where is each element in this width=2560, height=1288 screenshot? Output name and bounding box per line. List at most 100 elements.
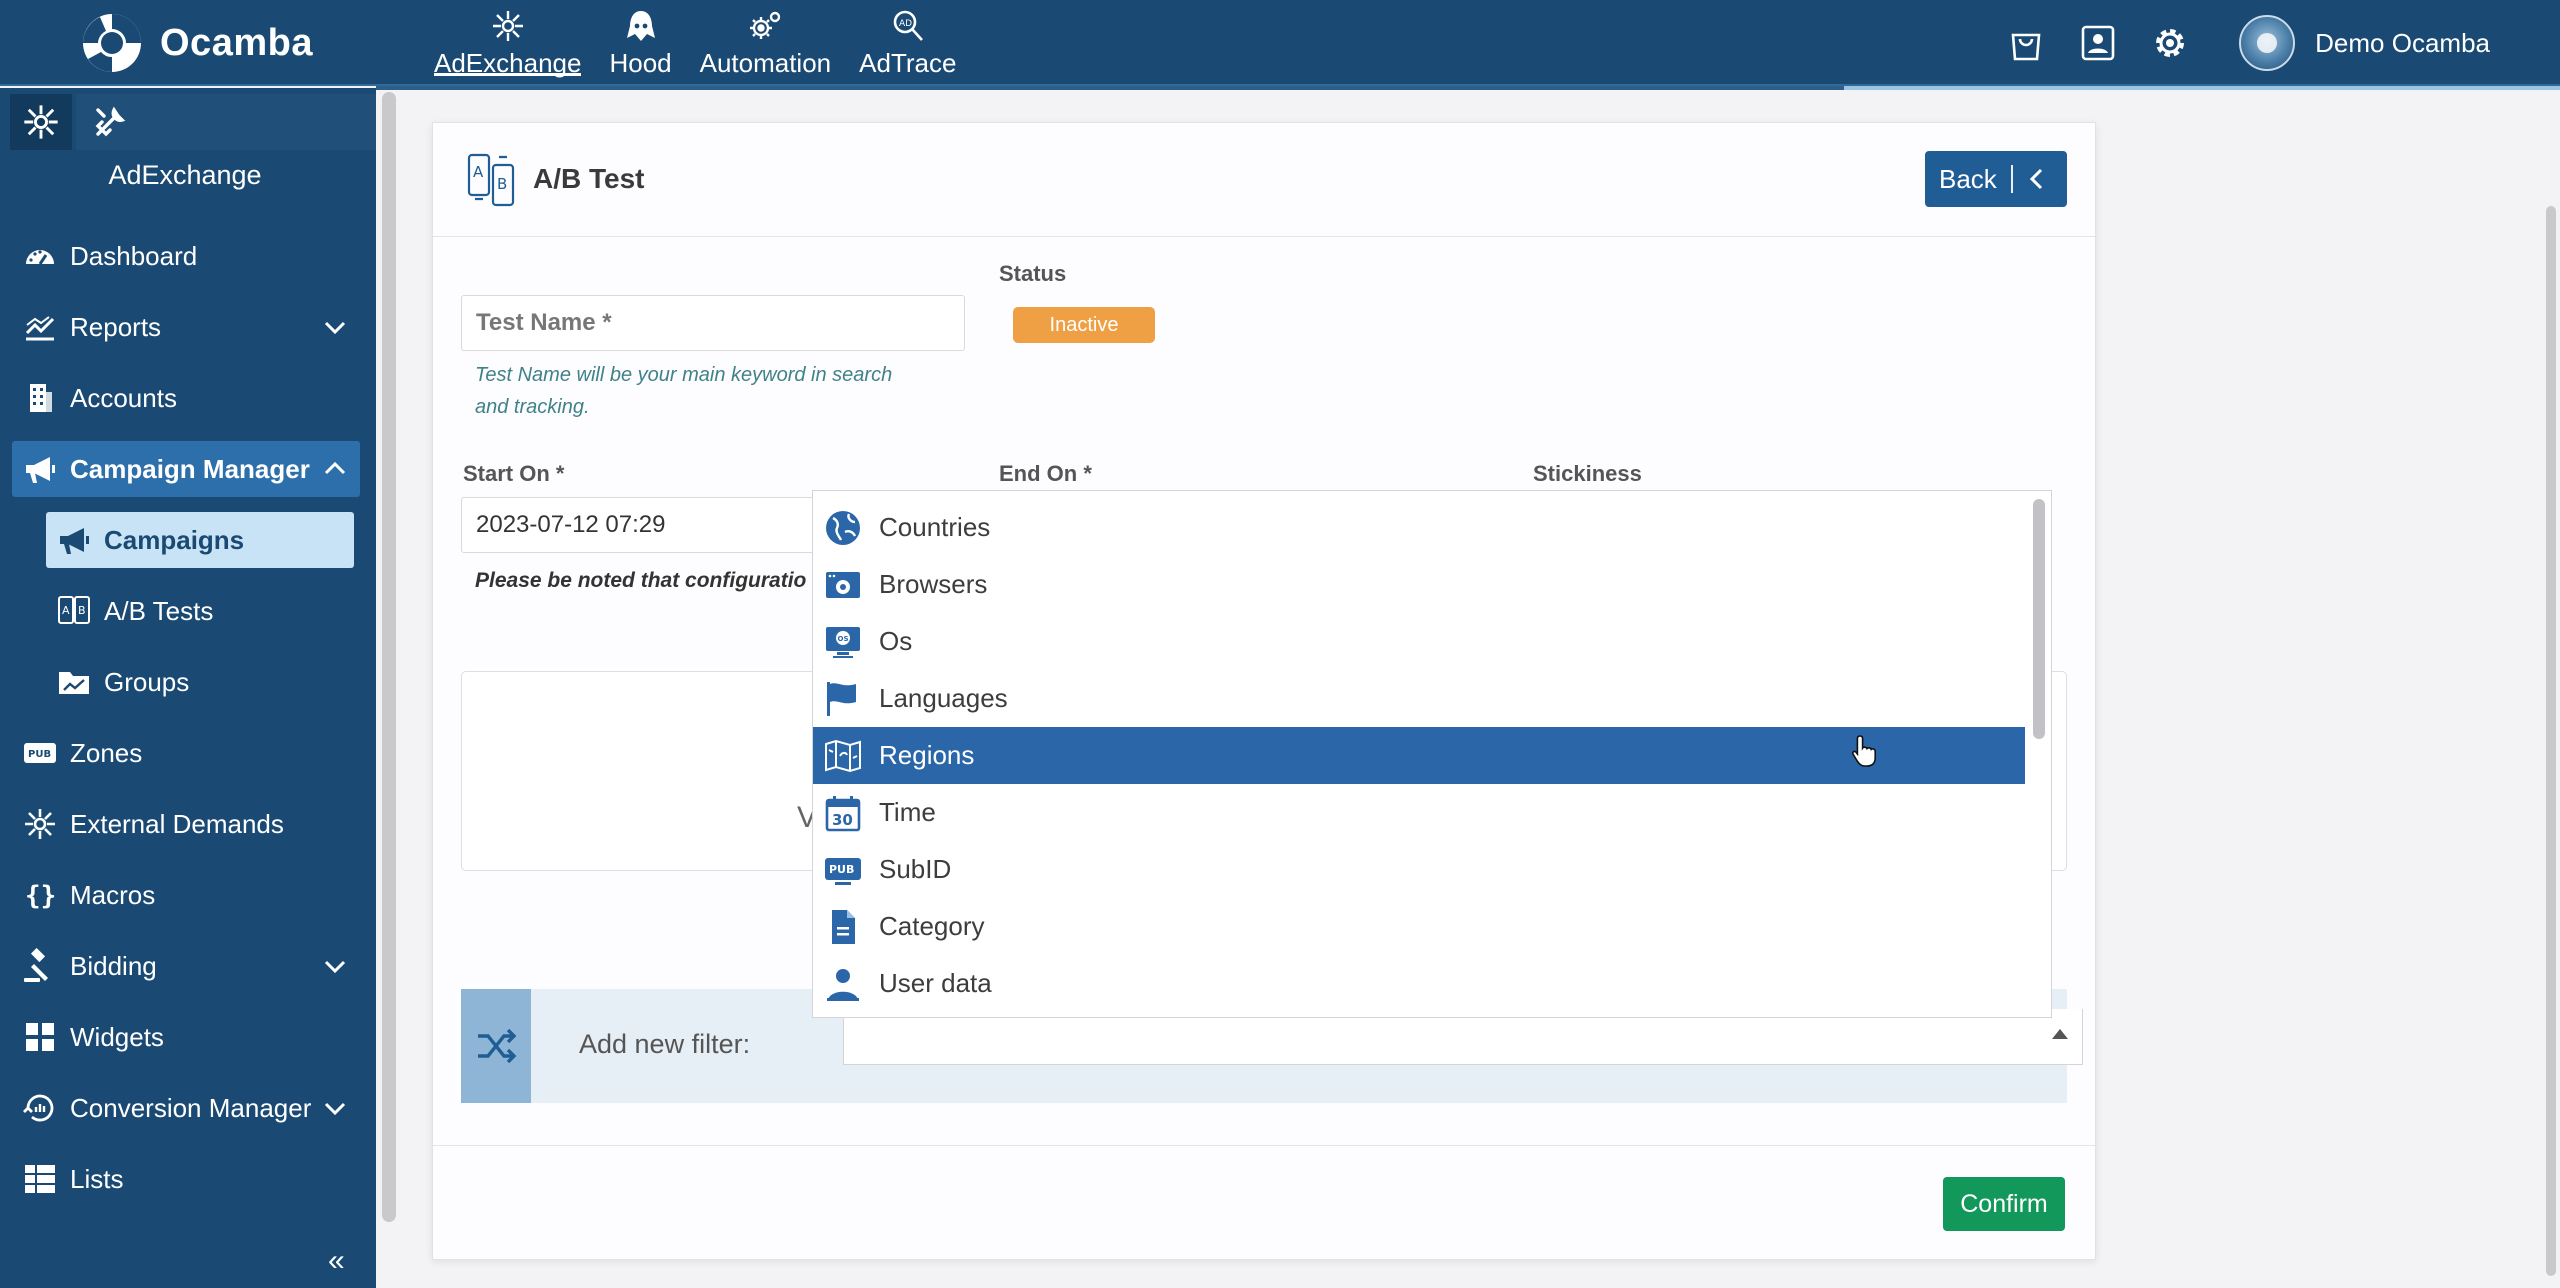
- svg-text:A: A: [62, 604, 70, 617]
- os-monitor-icon: OS: [826, 626, 860, 658]
- add-filter-label: Add new filter:: [579, 1029, 751, 1059]
- widgets-icon: [26, 1023, 54, 1051]
- page-scrollbar[interactable]: [2546, 206, 2556, 1276]
- sidebar-item-label: Dashboard: [70, 240, 198, 271]
- topnav-automation[interactable]: Automation: [686, 0, 846, 86]
- topnav-adexchange[interactable]: AdExchange: [420, 0, 595, 86]
- sidebar-item-label: Conversion Manager: [70, 1092, 312, 1123]
- hood-icon: [626, 11, 655, 41]
- topnav-label: Hood: [609, 48, 672, 78]
- sidebar-item-bidding[interactable]: Bidding: [12, 938, 360, 994]
- sidebar: AdExchange Dashboard Reports Accounts Ca…: [0, 88, 376, 1288]
- filter-option-browsers[interactable]: Browsers: [813, 556, 2025, 613]
- sidebar-item-label: Campaign Manager: [70, 453, 310, 484]
- chevron-down-icon: [324, 1102, 346, 1116]
- sidebar-item-widgets[interactable]: Widgets: [12, 1009, 360, 1065]
- flag-icon: [827, 681, 856, 716]
- filter-option-languages[interactable]: Languages: [813, 670, 2025, 727]
- user-menu[interactable]: Demo Ocamba: [2239, 15, 2490, 71]
- filter-option-regions[interactable]: Regions: [813, 727, 2025, 784]
- shop-bag-button[interactable]: [2003, 20, 2049, 66]
- chevron-down-icon: [324, 321, 346, 335]
- top-right-tools: Demo Ocamba: [2003, 0, 2560, 86]
- browser-icon: [826, 571, 860, 598]
- megaphone-icon: [60, 528, 89, 554]
- back-button[interactable]: Back: [1925, 151, 2067, 207]
- document-icon: [832, 909, 855, 944]
- collapse-sidebar-button[interactable]: «: [328, 1244, 345, 1278]
- megaphone-icon: [26, 457, 55, 483]
- dropdown-scrollbar[interactable]: [2033, 499, 2045, 739]
- sidebar-item-label: Widgets: [70, 1021, 164, 1052]
- adtrace-icon: AD: [893, 10, 923, 41]
- svg-text:PUB: PUB: [28, 749, 51, 760]
- sidebar-item-label: Reports: [70, 311, 162, 342]
- filter-option-label: Os: [879, 626, 913, 656]
- filter-option-label: Browsers: [879, 569, 988, 599]
- sidebar-item-macros[interactable]: {} Macros: [12, 867, 360, 923]
- sidebar-scrollbar[interactable]: [382, 92, 396, 1222]
- filter-option-label: User data: [879, 968, 992, 998]
- test-name-field[interactable]: Test Name *: [461, 295, 965, 351]
- sidebar-item-ab-tests[interactable]: A B A/B Tests: [46, 583, 354, 639]
- sidebar-item-label: Lists: [70, 1163, 124, 1194]
- topnav-label: AdTrace: [859, 48, 957, 78]
- hand-cursor-icon: [1852, 735, 1876, 767]
- filter-option-user-data[interactable]: User data: [813, 955, 2025, 1012]
- sidebar-tabs: [0, 88, 376, 150]
- shopping-bag-icon: [2011, 33, 2041, 61]
- contact-card-icon: [2081, 25, 2115, 61]
- filter-option-time[interactable]: 30 Time: [813, 784, 2025, 841]
- sidebar-item-label: Macros: [70, 879, 156, 910]
- shuffle-icon: [478, 1028, 517, 1064]
- svg-text:B: B: [78, 604, 86, 617]
- filter-option-category[interactable]: Category: [813, 898, 2025, 955]
- sidebar-item-groups[interactable]: Groups: [46, 654, 354, 710]
- filter-option-label: Countries: [879, 512, 991, 542]
- filter-option-subid[interactable]: PUB SubID: [813, 841, 2025, 898]
- svg-text:AD: AD: [899, 19, 912, 29]
- end-on-label: End On *: [999, 461, 1092, 486]
- shuffle-icon-box: [461, 989, 531, 1103]
- top-nav: AdExchange Hood Automation AD AdTrace: [420, 0, 970, 86]
- lists-icon: [25, 1165, 55, 1193]
- filter-option-label: Regions: [879, 740, 975, 770]
- test-name-hint-line-1: Test Name will be your main keyword in s…: [475, 364, 893, 386]
- filter-option-label: SubID: [879, 854, 952, 884]
- sidebar-tab-tools[interactable]: [76, 94, 376, 150]
- dashboard-icon: [26, 250, 54, 265]
- configuration-note: Please be noted that configuratio: [475, 569, 807, 592]
- tab-strip: [376, 86, 2560, 90]
- start-on-field[interactable]: 2023-07-12 07:29: [461, 497, 821, 553]
- map-icon: [825, 739, 861, 772]
- stickiness-label: Stickiness: [1533, 461, 1642, 486]
- caret-up-icon: [2052, 1029, 2068, 1039]
- sidebar-item-external-demands[interactable]: External Demands: [12, 796, 360, 852]
- sidebar-item-zones[interactable]: PUB Zones: [12, 725, 360, 781]
- filter-option-countries[interactable]: Countries: [813, 499, 2025, 556]
- svg-text:30: 30: [832, 811, 853, 829]
- sidebar-item-lists[interactable]: Lists: [12, 1151, 360, 1207]
- topnav-label: AdExchange: [434, 48, 582, 78]
- confirm-button[interactable]: Confirm: [1943, 1177, 2065, 1231]
- sidebar-item-campaigns[interactable]: Campaigns: [46, 512, 354, 568]
- contacts-button[interactable]: [2075, 20, 2121, 66]
- adexchange-icon: [492, 11, 523, 41]
- brand-logo[interactable]: Ocamba: [80, 8, 313, 78]
- pub-icon: PUB: [825, 857, 861, 885]
- svg-text:A: A: [473, 163, 484, 181]
- sidebar-item-campaign-manager[interactable]: Campaign Manager: [12, 441, 360, 497]
- svg-text:OS: OS: [838, 635, 849, 643]
- sidebar-title: AdExchange: [108, 160, 262, 190]
- topnav-adtrace[interactable]: AD AdTrace: [845, 0, 970, 86]
- test-name-hint-line-2: and tracking.: [475, 396, 590, 418]
- reports-icon: [25, 316, 55, 341]
- sidebar-item-reports[interactable]: Reports: [12, 299, 360, 355]
- sidebar-tab-adexchange[interactable]: [10, 94, 72, 150]
- settings-button[interactable]: [2147, 20, 2193, 66]
- sidebar-item-accounts[interactable]: Accounts: [12, 370, 360, 426]
- sidebar-item-conversion-manager[interactable]: Conversion Manager: [12, 1080, 360, 1136]
- sidebar-item-dashboard[interactable]: Dashboard: [12, 228, 360, 284]
- filter-option-os[interactable]: OS Os: [813, 613, 2025, 670]
- topnav-hood[interactable]: Hood: [595, 0, 685, 86]
